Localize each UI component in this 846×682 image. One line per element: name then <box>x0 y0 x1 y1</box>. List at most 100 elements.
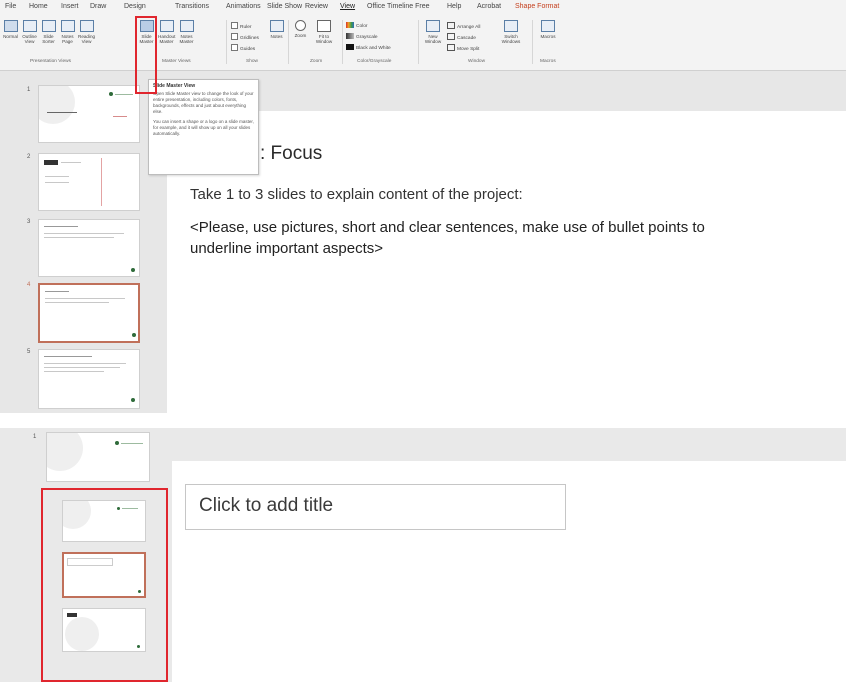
thumb-line <box>47 112 77 113</box>
reading-view-icon <box>79 20 94 32</box>
notes-icon <box>269 20 284 32</box>
thumb-line <box>115 94 133 95</box>
slide-thumbnail-pane: 1 2 3 4 5 <box>0 77 149 413</box>
arrange-all-icon <box>447 22 455 29</box>
slide-sorter-button[interactable]: Slide Sorter <box>40 20 57 44</box>
menu-design[interactable]: Design <box>124 3 146 10</box>
ruler-checkbox[interactable]: Ruler <box>231 22 251 30</box>
logo-icon <box>131 268 135 272</box>
slide-number: 2 <box>27 154 31 160</box>
notes-button[interactable]: Notes <box>268 20 285 39</box>
menu-shape-format[interactable]: Shape Format <box>515 3 559 10</box>
slide-master-thumbnail[interactable] <box>46 432 150 482</box>
zoom-button[interactable]: Zoom <box>292 20 309 38</box>
menu-view[interactable]: View <box>340 3 355 10</box>
ribbon-separator <box>532 20 533 64</box>
ribbon-separator <box>418 20 419 64</box>
normal-view-button[interactable]: Normal <box>2 20 19 39</box>
guides-checkbox[interactable]: Guides <box>231 44 255 52</box>
thumb-line <box>44 363 126 364</box>
thumb-line <box>45 182 69 183</box>
grayscale-swatch-icon <box>346 33 354 39</box>
menu-draw[interactable]: Draw <box>90 3 106 10</box>
thumb-line <box>121 443 143 444</box>
gridlines-checkbox[interactable]: Gridlines <box>231 33 259 41</box>
group-label-window: Window <box>468 59 486 64</box>
menu-file[interactable]: File <box>5 3 16 10</box>
thumb-line <box>44 237 114 238</box>
black-white-swatch-icon <box>346 44 354 50</box>
thumb-line <box>45 302 109 303</box>
outline-view-button[interactable]: Outline View <box>21 20 38 44</box>
thumb-line <box>44 356 92 357</box>
arrange-all-button[interactable]: Arrange All <box>447 22 480 30</box>
group-label-zoom: Zoom <box>310 59 323 64</box>
slide-body-line[interactable]: Take 1 to 3 slides to explain content of… <box>190 186 523 203</box>
thumb-line <box>44 371 104 372</box>
logo-icon <box>109 92 113 96</box>
reading-view-button[interactable]: Reading View <box>78 20 95 44</box>
group-label-presentation-views: Presentation Views <box>30 59 71 64</box>
group-label-master-views: Master Views <box>162 59 191 64</box>
grayscale-button[interactable]: Grayscale <box>346 33 378 40</box>
title-placeholder-box[interactable]: Click to add title <box>185 484 566 530</box>
group-label-show: Show <box>246 59 258 64</box>
menu-animations[interactable]: Animations <box>226 3 261 10</box>
black-white-button[interactable]: Black and White <box>346 44 391 51</box>
menu-review[interactable]: Review <box>305 3 328 10</box>
ribbon-separator <box>226 20 227 64</box>
logo-icon <box>131 398 135 402</box>
handout-master-button[interactable]: Handout Master <box>158 20 175 44</box>
group-label-color-grayscale: Color/Grayscale <box>357 59 392 64</box>
group-label-macros: Macros <box>540 59 556 64</box>
move-split-icon <box>447 44 455 51</box>
highlight-box-layouts <box>41 488 168 682</box>
slide-thumbnail-5[interactable] <box>38 349 140 409</box>
fit-window-icon <box>317 20 331 32</box>
divider <box>0 413 846 428</box>
switch-windows-button[interactable]: Switch Windows <box>500 20 522 44</box>
menu-insert[interactable]: Insert <box>61 3 79 10</box>
move-split-button[interactable]: Move Split <box>447 44 479 52</box>
ribbon-separator <box>342 20 343 64</box>
logo-icon <box>115 441 119 445</box>
normal-view-icon <box>3 20 18 32</box>
slide-thumbnail-4-selected[interactable] <box>38 283 140 343</box>
menu-office-timeline[interactable]: Office Timeline Free <box>367 3 430 10</box>
title-placeholder-text: Click to add title <box>199 495 334 516</box>
notes-page-icon <box>60 20 75 32</box>
thumb-line <box>45 298 125 299</box>
handout-master-icon <box>159 20 174 32</box>
macros-button[interactable]: Macros <box>538 20 558 39</box>
menu-transitions[interactable]: Transitions <box>175 3 209 10</box>
slide-thumbnail-3[interactable] <box>38 219 140 277</box>
cascade-icon <box>447 33 455 40</box>
new-window-icon <box>426 20 440 32</box>
menu-help[interactable]: Help <box>447 3 461 10</box>
menu-home[interactable]: Home <box>29 3 48 10</box>
slide-thumbnail-2[interactable] <box>38 153 140 211</box>
ribbon-separator <box>288 20 289 64</box>
color-button[interactable]: Color <box>346 22 367 29</box>
slide-body-placeholder[interactable]: <Please, use pictures, short and clear s… <box>190 217 750 259</box>
bottom-screenshot: 1 Click to add title <box>0 428 846 682</box>
thumb-line <box>45 176 69 177</box>
switch-windows-icon <box>504 20 518 32</box>
notes-page-button[interactable]: Notes Page <box>59 20 76 44</box>
fit-to-window-button[interactable]: Fit to Window <box>313 20 335 44</box>
cascade-button[interactable]: Cascade <box>447 33 476 41</box>
menu-acrobat[interactable]: Acrobat <box>477 3 501 10</box>
thumb-logo <box>44 160 58 165</box>
new-window-button[interactable]: New Window <box>423 20 443 44</box>
slide-number: 1 <box>27 87 31 93</box>
slide-thumbnail-1[interactable] <box>38 85 140 143</box>
notes-master-button[interactable]: Notes Master <box>178 20 195 44</box>
thumb-line <box>101 158 102 206</box>
color-swatch-icon <box>346 22 354 28</box>
master-number: 1 <box>33 434 37 440</box>
menu-slide-show[interactable]: Slide Show <box>267 3 302 10</box>
thumb-decoration <box>47 433 83 471</box>
thumb-line <box>44 367 120 368</box>
slide-title[interactable]: : Focus <box>260 143 322 165</box>
thumb-line <box>61 162 81 163</box>
